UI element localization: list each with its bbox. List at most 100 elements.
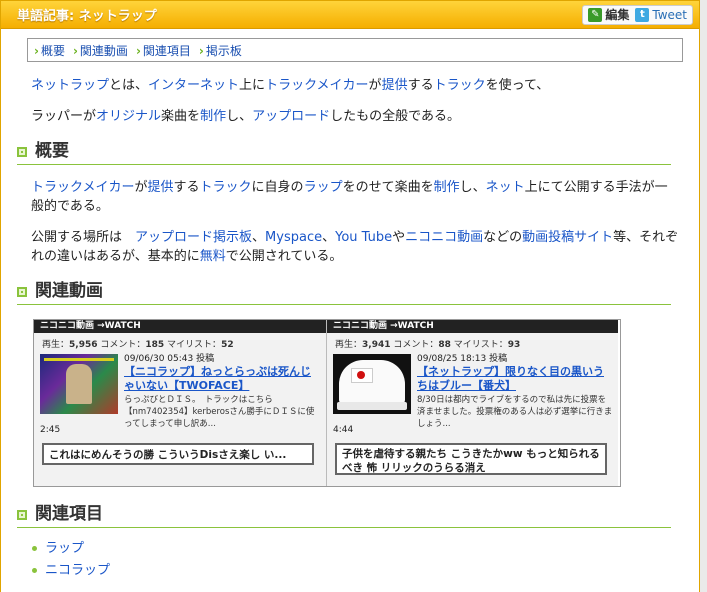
- inline-link[interactable]: インターネット: [148, 78, 239, 93]
- inline-text: 上に: [239, 78, 266, 93]
- inline-link[interactable]: トラックメイカー: [265, 78, 368, 93]
- video-title-link[interactable]: 【ネットラップ】限りなく目の黒いうちはブルー【番犬】: [417, 365, 613, 393]
- inline-text: 、: [322, 230, 336, 245]
- video-comment-box: 子供を虐待する親たち こうきたかww もっと知られるべき 怖 リリックのうらる消…: [335, 443, 607, 475]
- heading-text: 関連項目: [35, 504, 103, 524]
- inline-link[interactable]: ネットラップ: [31, 78, 109, 93]
- inline-text: などの: [483, 230, 523, 245]
- video-thumbnail[interactable]: [40, 354, 118, 414]
- inline-text: が: [368, 78, 382, 93]
- table-of-contents: 概要 関連動画 関連項目 掲示板: [27, 38, 683, 62]
- related-items-list: ラップ ニコラップ: [31, 538, 679, 582]
- inline-link[interactable]: You Tube: [335, 230, 392, 245]
- heading-text: 概要: [35, 141, 69, 161]
- inline-text: が: [134, 180, 148, 195]
- heading-marker-icon: [17, 509, 27, 520]
- inline-link[interactable]: 制作: [434, 180, 460, 195]
- inline-link[interactable]: Myspace: [265, 230, 322, 245]
- inline-link[interactable]: トラック: [200, 180, 252, 195]
- play-count: 3,941: [362, 340, 391, 350]
- inline-text: したもの全般である。: [330, 109, 460, 124]
- inline-link[interactable]: ニコニコ動画: [405, 230, 483, 245]
- overview-paragraph-2: 公開する場所は アップロード掲示板、Myspace、You Tubeやニコニコ動…: [31, 228, 679, 266]
- intro-line-1: ネットラップとは、インターネット上にトラックメイカーが提供するトラックを使って、: [31, 76, 679, 95]
- video-description: 8/30日は都内でライブをするので私は先に投票を済ませました。投票権のある人は必…: [417, 395, 613, 429]
- section-heading-videos: 関連動画: [17, 282, 671, 305]
- twitter-icon: t: [635, 7, 650, 22]
- post-date: 09/06/30 05:43 投稿: [124, 354, 215, 364]
- play-count: 5,956: [69, 340, 98, 350]
- inline-link[interactable]: ネット: [486, 180, 525, 195]
- video-card: ニコニコ動画 →WATCH 再生：3,941 コメント：88 マイリスト：93: [326, 320, 618, 486]
- video-description: らっぷびとＤＩＳ。 トラックはこちら【nm7402354】kerberosさん勝…: [124, 395, 315, 429]
- tweet-button[interactable]: t Tweet: [635, 7, 687, 22]
- list-item: ニコラップ: [32, 560, 679, 582]
- inline-text: 楽曲を: [161, 109, 201, 124]
- inline-link[interactable]: アップロード掲示板: [135, 230, 252, 245]
- inline-link[interactable]: 提供: [148, 180, 174, 195]
- comment-count: 88: [438, 340, 451, 350]
- inline-text: を使って、: [485, 78, 550, 93]
- related-link-nicorap[interactable]: ニコラップ: [45, 563, 110, 578]
- video-card: ニコニコ動画 →WATCH 再生：5,956 コメント：185 マイリスト：52…: [34, 320, 326, 486]
- inline-text: とは、: [109, 78, 149, 93]
- inline-text: をのせて楽曲を: [342, 180, 434, 195]
- inline-text: や: [392, 230, 406, 245]
- video-comment-box: これはにめんそうの勝 こういうDisさえ楽し い...: [42, 443, 314, 465]
- inline-link[interactable]: トラック: [434, 78, 486, 93]
- related-link-rap[interactable]: ラップ: [45, 541, 84, 556]
- heading-marker-icon: [17, 146, 27, 157]
- heading-marker-icon: [17, 286, 27, 297]
- inline-link[interactable]: トラックメイカー: [31, 180, 134, 195]
- inline-link[interactable]: 制作: [200, 109, 226, 124]
- heading-text: 関連動画: [35, 281, 103, 301]
- video-thumbnail[interactable]: [333, 354, 411, 414]
- mylist-count: 93: [507, 340, 521, 350]
- inline-text: で公開されている。: [225, 249, 343, 264]
- article-body: ネットラップとは、インターネット上にトラックメイカーが提供するトラックを使って、…: [1, 76, 699, 582]
- overview-paragraph-1: トラックメイカーが提供するトラックに自身のラップをのせて楽曲を制作し、ネット上に…: [31, 178, 679, 216]
- video-title-link[interactable]: 【ニコラップ】ねっとらっぷは死んじゃいない【TWOFACE】: [124, 365, 320, 393]
- pencil-icon: ✎: [588, 7, 603, 22]
- toc-link-overview[interactable]: 概要: [34, 42, 65, 59]
- toc-link-board[interactable]: 掲示板: [199, 42, 242, 59]
- header-actions: ✎ 編集 t Tweet: [582, 4, 693, 25]
- scrollbar-track[interactable]: [700, 0, 707, 592]
- toc-link-videos[interactable]: 関連動画: [73, 42, 128, 59]
- comment-count: 185: [145, 340, 165, 350]
- inline-text: が: [83, 109, 97, 124]
- inline-link[interactable]: ラップ: [304, 180, 343, 195]
- tweet-label: Tweet: [652, 7, 687, 22]
- page-title: 単語記事: ネットラップ: [17, 9, 157, 24]
- inline-text: し、: [459, 180, 486, 195]
- intro-line-2: ラッパーがオリジナル楽曲を制作し、アップロードしたもの全般である。: [31, 107, 679, 126]
- section-heading-overview: 概要: [17, 142, 671, 165]
- inline-link[interactable]: 無料: [200, 249, 226, 264]
- inline-link[interactable]: 動画投稿サイト: [522, 230, 613, 245]
- nicovideo-bar[interactable]: ニコニコ動画 →WATCH: [327, 320, 618, 333]
- list-item: ラップ: [32, 538, 679, 560]
- inline-text: し、: [226, 109, 253, 124]
- inline-link[interactable]: 提供: [382, 78, 408, 93]
- inline-text: ラッパー: [31, 109, 84, 124]
- nicovideo-bar[interactable]: ニコニコ動画 →WATCH: [34, 320, 326, 333]
- article-frame: 単語記事: ネットラップ ✎ 編集 t Tweet 概要 関連動画 関連項目 掲…: [0, 0, 700, 592]
- inline-text: 公開する場所は: [31, 230, 136, 245]
- mylist-count: 52: [221, 340, 234, 350]
- edit-button[interactable]: ✎ 編集: [588, 6, 629, 23]
- video-stats: 再生：3,941 コメント：88 マイリスト：93: [335, 340, 521, 350]
- video-stats: 再生：5,956 コメント：185 マイリスト：52: [42, 340, 234, 350]
- inline-link[interactable]: アップロード: [252, 109, 330, 124]
- inline-link[interactable]: オリジナル: [96, 109, 161, 124]
- video-length: 4:44: [333, 425, 354, 435]
- section-heading-related: 関連項目: [17, 505, 671, 528]
- edit-label: 編集: [605, 8, 630, 22]
- post-date: 09/08/25 18:13 投稿: [417, 354, 508, 364]
- inline-text: する: [407, 78, 434, 93]
- article-header: 単語記事: ネットラップ ✎ 編集 t Tweet: [1, 1, 699, 29]
- video-length: 2:45: [40, 425, 61, 435]
- toc-link-related[interactable]: 関連項目: [136, 42, 191, 59]
- inline-text: する: [173, 180, 200, 195]
- inline-text: 、: [252, 230, 266, 245]
- related-videos: ニコニコ動画 →WATCH 再生：5,956 コメント：185 マイリスト：52…: [33, 319, 621, 487]
